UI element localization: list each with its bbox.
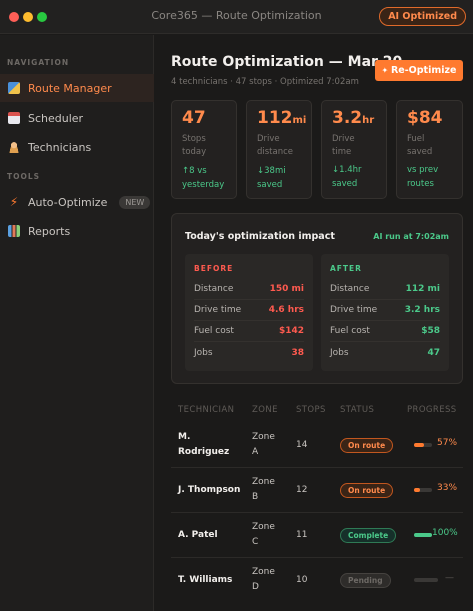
progress-fill [414,443,425,447]
status-badge: Pending [340,573,391,588]
table-row[interactable]: J. Thompson Zone B 12 On route 33% [171,468,463,513]
technician-name: J. Thompson [178,485,241,495]
sidebar-item-technicians[interactable]: Technicians [0,133,154,161]
person-icon [8,141,20,153]
column-header-technician[interactable]: TECHNICIAN [178,405,234,415]
stat-label: Drive distance [257,134,294,157]
after-row-drive-time: Drive time 3.2 hrs [330,300,440,321]
optimization-impact-panel: Today's optimization impact AI run at 7:… [171,213,463,384]
stops-cell: 14 [296,440,308,450]
progress-bar [414,533,432,537]
after-heading: AFTER [330,264,362,273]
title-bar: Core365 — Route Optimization AI Optimize… [0,0,473,34]
calendar-icon [8,112,20,124]
stat-delta: ↓1.4hr saved [332,165,362,189]
progress-bar [414,578,438,582]
zone-cell: Zone C [252,522,275,547]
stat-card-drive-time: 3.2hr Drive time ↓1.4hr saved [321,100,387,199]
progress-bar [414,488,432,492]
stat-card-distance: 112mi Drive distance ↓38mi saved [246,100,312,199]
stat-label: Fuel saved [407,134,433,157]
sidebar-item-reports[interactable]: Reports [0,217,154,245]
lightning-icon: ⚡ [9,195,19,209]
stat-label: Drive time [332,134,355,157]
before-row-distance: Distance 150 mi [194,279,304,300]
stat-delta: vs prev routes [407,165,439,189]
sidebar-section-tools: TOOLS [7,172,41,181]
status-badge: Complete [340,528,397,543]
technician-name: T. Williams [178,575,233,585]
after-row-fuel-cost: Fuel cost $58 [330,321,440,342]
ai-run-note: AI run at 7:02am [373,232,449,241]
progress-percent: 100% [432,528,458,538]
sidebar-item-label: Reports [28,224,71,238]
table-row[interactable]: M. Rodriguez Zone A 14 On route 57% [171,423,463,468]
page-subtitle: 4 technicians · 47 stops · Optimized 7:0… [171,77,359,87]
bar-chart-icon [8,225,20,237]
column-header-zone[interactable]: ZONE [252,405,278,415]
sidebar-item-label: Route Manager [28,81,112,95]
stat-label: Stops today [182,134,207,157]
sidebar-item-auto-optimize[interactable]: ⚡ Auto-Optimize NEW [0,188,154,216]
page-title: Route Optimization — Mar 20 [171,54,403,70]
stops-cell: 11 [296,530,308,540]
stat-value: 47 [182,108,206,128]
zone-cell: Zone D [252,567,275,592]
stat-delta: ↑8 vs yesterday [182,166,225,190]
ai-optimized-badge: AI Optimized [379,7,466,26]
after-panel: AFTER Distance 112 mi Drive time 3.2 hrs F… [321,254,449,371]
stops-cell: 12 [296,485,308,495]
sparkle-icon: ✦ [381,66,391,75]
progress-fill [414,488,420,492]
sidebar-section-navigation: NAVIGATION [7,58,70,67]
progress-percent: 57% [437,438,458,448]
stat-delta: ↓38mi saved [257,166,286,190]
column-header-stops[interactable]: STOPS [296,405,326,415]
technician-name: M. Rodriguez [178,432,230,457]
stat-value: $84 [407,108,443,128]
table-row[interactable]: A. Patel Zone C 11 Complete 100% [171,513,463,558]
stat-card-fuel-saved: $84 Fuel saved vs prev routes [396,100,463,199]
before-panel: BEFORE Distance 150 mi Drive time 4.6 hrs … [185,254,313,371]
column-header-progress[interactable]: PROGRESS [407,405,457,415]
column-header-status[interactable]: STATUS [340,405,374,415]
sidebar-item-label: Auto-Optimize [28,195,108,209]
stat-card-stops: 47 Stops today ↑8 vs yesterday [171,100,237,199]
after-row-jobs: Jobs 47 [330,347,440,358]
status-badge: On route [340,438,394,453]
stat-value: 112mi [257,108,307,128]
stat-value: 3.2hr [332,108,375,128]
progress-fill [414,533,432,537]
sidebar-item-scheduler[interactable]: Scheduler [0,104,154,132]
table-row[interactable]: T. Williams Zone D 10 Pending — [171,558,463,603]
technician-name: A. Patel [178,530,218,540]
progress-percent: — [445,573,454,583]
zone-cell: Zone B [252,477,275,502]
map-icon [8,82,20,94]
main-content: Route Optimization — Mar 20 4 technician… [155,35,473,611]
re-optimize-button[interactable]: ✦ Re-Optimize [375,60,463,81]
before-row-jobs: Jobs 38 [194,347,304,358]
before-row-drive-time: Drive time 4.6 hrs [194,300,304,321]
progress-percent: 33% [437,483,458,493]
after-row-distance: Distance 112 mi [330,279,440,300]
impact-title: Today's optimization impact [185,231,335,242]
progress-bar [414,443,432,447]
new-badge: NEW [119,195,151,209]
before-heading: BEFORE [194,264,234,273]
status-badge: On route [340,483,394,498]
before-row-fuel-cost: Fuel cost $142 [194,321,304,342]
sidebar: NAVIGATION Route Manager Scheduler Techn… [0,35,154,611]
zone-cell: Zone A [252,432,275,457]
sidebar-item-label: Technicians [28,140,92,154]
stops-cell: 10 [296,575,308,585]
sidebar-item-route-manager[interactable]: Route Manager [0,74,154,102]
sidebar-item-label: Scheduler [28,111,84,125]
